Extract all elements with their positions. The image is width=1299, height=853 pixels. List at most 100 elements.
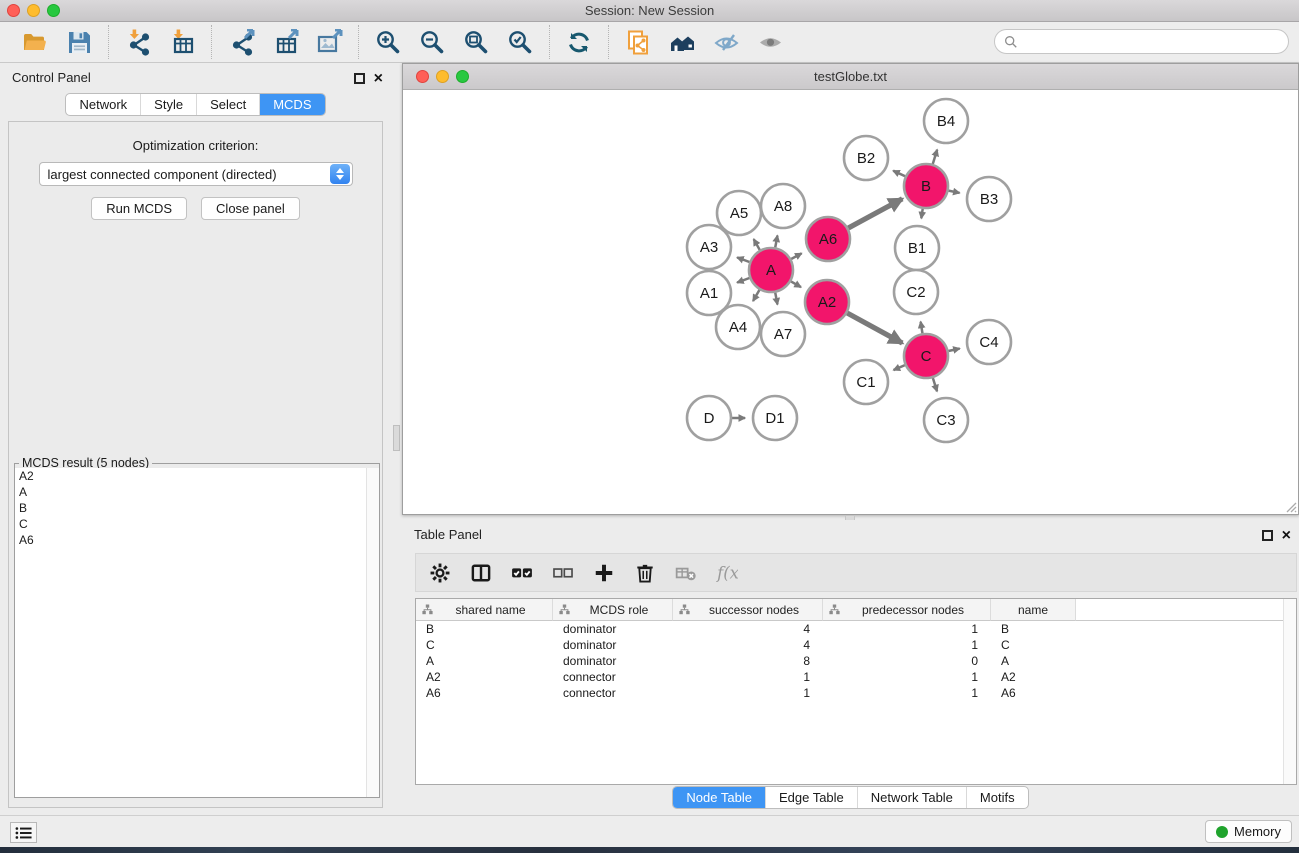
- graph-edge-A-A8[interactable]: [775, 235, 777, 247]
- graph-node-B2[interactable]: B2: [844, 136, 888, 180]
- graph-node-B1[interactable]: B1: [895, 226, 939, 270]
- mcds-result-item[interactable]: B: [15, 500, 379, 516]
- unselect-all-columns-button[interactable]: [551, 561, 575, 585]
- column-header-successor-nodes[interactable]: successor nodes: [673, 599, 823, 621]
- mcds-result-item[interactable]: A: [15, 484, 379, 500]
- tab-mcds[interactable]: MCDS: [259, 94, 324, 115]
- function-builder-button[interactable]: f(x): [715, 561, 739, 585]
- search-box[interactable]: [994, 29, 1289, 54]
- zoom-selected-button[interactable]: [503, 26, 537, 58]
- graph-node-A2[interactable]: A2: [805, 280, 849, 324]
- graph-edge-B-B1[interactable]: [921, 209, 922, 219]
- table-cell[interactable]: A6: [991, 685, 1076, 701]
- search-input[interactable]: [1023, 33, 1279, 50]
- tab-network[interactable]: Network: [66, 94, 140, 115]
- zoom-fit-button[interactable]: [459, 26, 493, 58]
- graph-node-A4[interactable]: A4: [716, 305, 760, 349]
- graph-node-C2[interactable]: C2: [894, 270, 938, 314]
- graph-edge-C-C4[interactable]: [948, 349, 959, 352]
- run-mcds-button[interactable]: Run MCDS: [91, 197, 187, 220]
- table-cell[interactable]: A2: [416, 669, 553, 685]
- graph-edge-B-B4[interactable]: [933, 150, 937, 164]
- export-image-button[interactable]: [312, 26, 346, 58]
- close-table-panel-icon[interactable]: ×: [1282, 530, 1291, 541]
- open-file-button[interactable]: [18, 26, 52, 58]
- import-network-button[interactable]: [121, 26, 155, 58]
- table-cell[interactable]: 1: [823, 685, 991, 701]
- network-from-selection-button[interactable]: [621, 26, 655, 58]
- select-all-columns-button[interactable]: [510, 561, 534, 585]
- criterion-select[interactable]: largest connected component (directed): [39, 162, 353, 186]
- table-row[interactable]: A2connector11A2: [416, 669, 1296, 685]
- table-cell[interactable]: 8: [673, 653, 823, 669]
- column-header-predecessor-nodes[interactable]: predecessor nodes: [823, 599, 991, 621]
- graph-node-A7[interactable]: A7: [761, 312, 805, 356]
- show-panels-button[interactable]: [10, 822, 37, 843]
- tab-select[interactable]: Select: [196, 94, 259, 115]
- table-cell[interactable]: C: [991, 637, 1076, 653]
- table-cell[interactable]: 1: [823, 669, 991, 685]
- table-cell[interactable]: dominator: [553, 621, 673, 637]
- save-session-button[interactable]: [62, 26, 96, 58]
- table-cell[interactable]: dominator: [553, 637, 673, 653]
- table-cell[interactable]: connector: [553, 669, 673, 685]
- table-scrollbar[interactable]: [1283, 599, 1296, 784]
- table-cell[interactable]: 4: [673, 637, 823, 653]
- table-cell[interactable]: 4: [673, 621, 823, 637]
- table-tab-node-table[interactable]: Node Table: [673, 787, 765, 808]
- graph-node-B4[interactable]: B4: [924, 99, 968, 143]
- delete-column-button[interactable]: [633, 561, 657, 585]
- add-column-button[interactable]: [592, 561, 616, 585]
- graph-edge-C-C2[interactable]: [921, 322, 923, 334]
- refresh-button[interactable]: [562, 26, 596, 58]
- table-row[interactable]: Bdominator41B: [416, 621, 1296, 637]
- close-panel-icon[interactable]: ×: [374, 73, 383, 84]
- column-header-MCDS-role[interactable]: MCDS role: [553, 599, 673, 621]
- graph-edge-A-A4[interactable]: [753, 290, 759, 301]
- graph-node-A[interactable]: A: [749, 248, 793, 292]
- graph-node-D[interactable]: D: [687, 396, 731, 440]
- float-panel-icon[interactable]: [354, 73, 365, 84]
- table-row[interactable]: Adominator80A: [416, 653, 1296, 669]
- graph-edge-A-A2[interactable]: [791, 281, 801, 287]
- graph-node-C3[interactable]: C3: [924, 398, 968, 442]
- mcds-result-item[interactable]: C: [15, 516, 379, 532]
- table-cell[interactable]: 0: [823, 653, 991, 669]
- graph-edge-A-A3[interactable]: [737, 257, 749, 262]
- mcds-result-item[interactable]: A6: [15, 532, 379, 548]
- column-header-name[interactable]: name: [991, 599, 1076, 621]
- column-header-shared-name[interactable]: shared name: [416, 599, 553, 621]
- memory-button[interactable]: Memory: [1205, 820, 1292, 843]
- table-cell[interactable]: A6: [416, 685, 553, 701]
- graph-edge-A-A5[interactable]: [754, 239, 760, 250]
- graph-node-A3[interactable]: A3: [687, 225, 731, 269]
- table-row[interactable]: A6connector11A6: [416, 685, 1296, 701]
- table-cell[interactable]: 1: [673, 669, 823, 685]
- table-cell[interactable]: A: [416, 653, 553, 669]
- table-cell[interactable]: 1: [673, 685, 823, 701]
- float-table-panel-icon[interactable]: [1262, 530, 1273, 541]
- vertical-splitter-handle[interactable]: [393, 425, 400, 451]
- table-cell[interactable]: 1: [823, 621, 991, 637]
- zoom-in-button[interactable]: [371, 26, 405, 58]
- graph-edge-C-C1[interactable]: [894, 365, 905, 370]
- graph-edge-A2-C[interactable]: [847, 313, 902, 343]
- graph-edge-A-A7[interactable]: [775, 293, 777, 305]
- graph-node-C1[interactable]: C1: [844, 360, 888, 404]
- table-tab-motifs[interactable]: Motifs: [966, 787, 1028, 808]
- table-row[interactable]: Cdominator41C: [416, 637, 1296, 653]
- graph-node-A8[interactable]: A8: [761, 184, 805, 228]
- graph-node-C4[interactable]: C4: [967, 320, 1011, 364]
- home-button[interactable]: [665, 26, 699, 58]
- tab-style[interactable]: Style: [140, 94, 196, 115]
- table-tab-edge-table[interactable]: Edge Table: [765, 787, 857, 808]
- graph-node-D1[interactable]: D1: [753, 396, 797, 440]
- table-cell[interactable]: 1: [823, 637, 991, 653]
- mcds-result-item[interactable]: A2: [15, 468, 379, 484]
- graph-edge-A6-B[interactable]: [848, 199, 902, 228]
- graph-node-B[interactable]: B: [904, 164, 948, 208]
- import-table-button[interactable]: [165, 26, 199, 58]
- export-table-button[interactable]: [268, 26, 302, 58]
- show-all-button[interactable]: [753, 26, 787, 58]
- result-scrollbar[interactable]: [366, 468, 379, 797]
